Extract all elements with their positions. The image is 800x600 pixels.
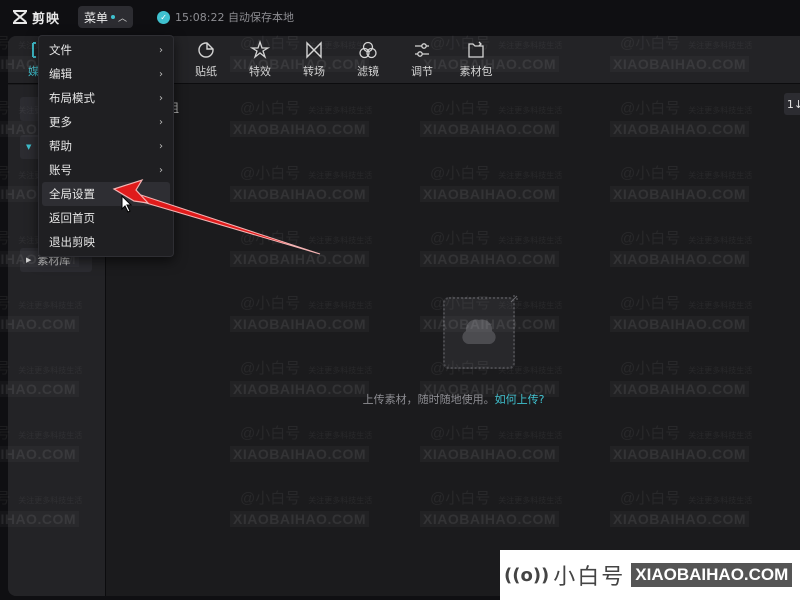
upload-hint-text: 上传素材，随时随地使用。 bbox=[362, 393, 495, 406]
chevron-up-icon: ︿ bbox=[118, 13, 128, 24]
broadcast-icon: ((o)) bbox=[504, 564, 550, 586]
menu-item-label: 更多 bbox=[49, 115, 72, 129]
app-name: 剪映 bbox=[32, 11, 61, 27]
tab-label: 素材包 bbox=[459, 65, 493, 78]
chevron-right-icon: › bbox=[159, 44, 163, 56]
autosave-text: 15:08:22 自动保存本地 bbox=[175, 11, 294, 24]
menu-item-file[interactable]: 文件 › bbox=[39, 38, 173, 62]
tab-sticker[interactable]: 贴纸 bbox=[181, 40, 231, 79]
menu-item-label: 返回首页 bbox=[49, 211, 95, 225]
menu-button[interactable]: 菜单 ︿ bbox=[78, 6, 134, 28]
transition-icon bbox=[304, 40, 324, 60]
menu-item-edit[interactable]: 编辑 › bbox=[39, 62, 173, 86]
capcut-logo-icon bbox=[12, 10, 28, 24]
menu-item-label: 布局模式 bbox=[49, 91, 95, 105]
menu-item-help[interactable]: 帮助 › bbox=[39, 134, 173, 158]
effects-icon bbox=[249, 39, 271, 60]
menu-item-label: 文件 bbox=[49, 43, 72, 57]
watermark-brand-banner: ((o)) 小白号 XIAOBAIHAO.COM bbox=[500, 550, 800, 600]
notification-dot bbox=[111, 15, 116, 19]
brand-url: XIAOBAIHAO.COM bbox=[631, 563, 793, 587]
menu-item-account[interactable]: 账号 › bbox=[39, 158, 173, 182]
media-content: 组 1↓ 上传素材，随时随地使用。如何上传? bbox=[107, 85, 800, 596]
menu-item-label: 退出剪映 bbox=[49, 235, 95, 249]
chevron-right-icon: › bbox=[159, 164, 163, 176]
tab-label: 滤镜 bbox=[357, 65, 379, 78]
menu-item-more[interactable]: 更多 › bbox=[39, 110, 173, 134]
tab-material-pack[interactable]: 素材包 bbox=[451, 40, 501, 79]
menu-item-global-settings[interactable]: 全局设置 bbox=[42, 182, 170, 206]
tab-transition[interactable]: 转场 bbox=[289, 40, 339, 79]
upload-dropzone[interactable] bbox=[443, 297, 515, 369]
tab-effects[interactable]: 特效 bbox=[235, 39, 285, 79]
sticker-icon bbox=[196, 40, 216, 60]
chevron-right-icon: › bbox=[159, 116, 163, 128]
menu-item-label: 编辑 bbox=[49, 67, 72, 81]
menu-item-back-home[interactable]: 返回首页 bbox=[39, 206, 173, 230]
menu-item-label: 账号 bbox=[49, 163, 72, 177]
sort-button[interactable]: 1↓ bbox=[784, 93, 800, 115]
autosave-status: ✓ 15:08:22 自动保存本地 bbox=[157, 9, 294, 25]
menu-item-layout-mode[interactable]: 布局模式 › bbox=[39, 86, 173, 110]
filter-icon bbox=[358, 40, 378, 60]
caret-down-icon: ▼ bbox=[26, 143, 32, 151]
tab-label: 转场 bbox=[303, 65, 325, 78]
tab-label: 贴纸 bbox=[195, 65, 217, 78]
app-window: 剪映 菜单 ︿ ✓ 15:08:22 自动保存本地 媒体 贴纸 bbox=[0, 0, 800, 600]
menu-item-label: 帮助 bbox=[49, 139, 72, 153]
chevron-right-icon: › bbox=[159, 68, 163, 80]
menu-item-label: 全局设置 bbox=[49, 187, 95, 201]
chevron-right-icon: › bbox=[159, 92, 163, 104]
tab-adjust[interactable]: 调节 bbox=[397, 40, 447, 79]
tab-label: 调节 bbox=[411, 65, 433, 78]
app-logo: 剪映 bbox=[12, 8, 60, 27]
menu-item-exit[interactable]: 退出剪映 bbox=[39, 230, 173, 254]
how-to-upload-link[interactable]: 如何上传? bbox=[495, 393, 545, 406]
tab-filter[interactable]: 滤镜 bbox=[343, 40, 393, 79]
title-bar: 剪映 菜单 ︿ ✓ 15:08:22 自动保存本地 bbox=[0, 0, 800, 34]
cloud-icon bbox=[460, 316, 498, 350]
main-menu-dropdown: 文件 › 编辑 › 布局模式 › 更多 › 帮助 › 账号 › 全局设置 返回首页 退出剪映 bbox=[38, 35, 174, 257]
chevron-right-icon: › bbox=[159, 140, 163, 152]
material-pack-icon bbox=[466, 40, 486, 60]
sparkle-icon bbox=[509, 289, 519, 303]
tab-label: 特效 bbox=[249, 65, 271, 78]
caret-right-icon: ▶ bbox=[26, 256, 32, 264]
check-circle-icon: ✓ bbox=[157, 10, 171, 24]
menu-button-label: 菜单 bbox=[84, 10, 109, 25]
mouse-cursor-icon bbox=[121, 194, 133, 213]
upload-hint: 上传素材，随时随地使用。如何上传? bbox=[107, 391, 800, 407]
adjust-icon bbox=[412, 40, 432, 60]
brand-name: 小白号 bbox=[553, 565, 626, 590]
